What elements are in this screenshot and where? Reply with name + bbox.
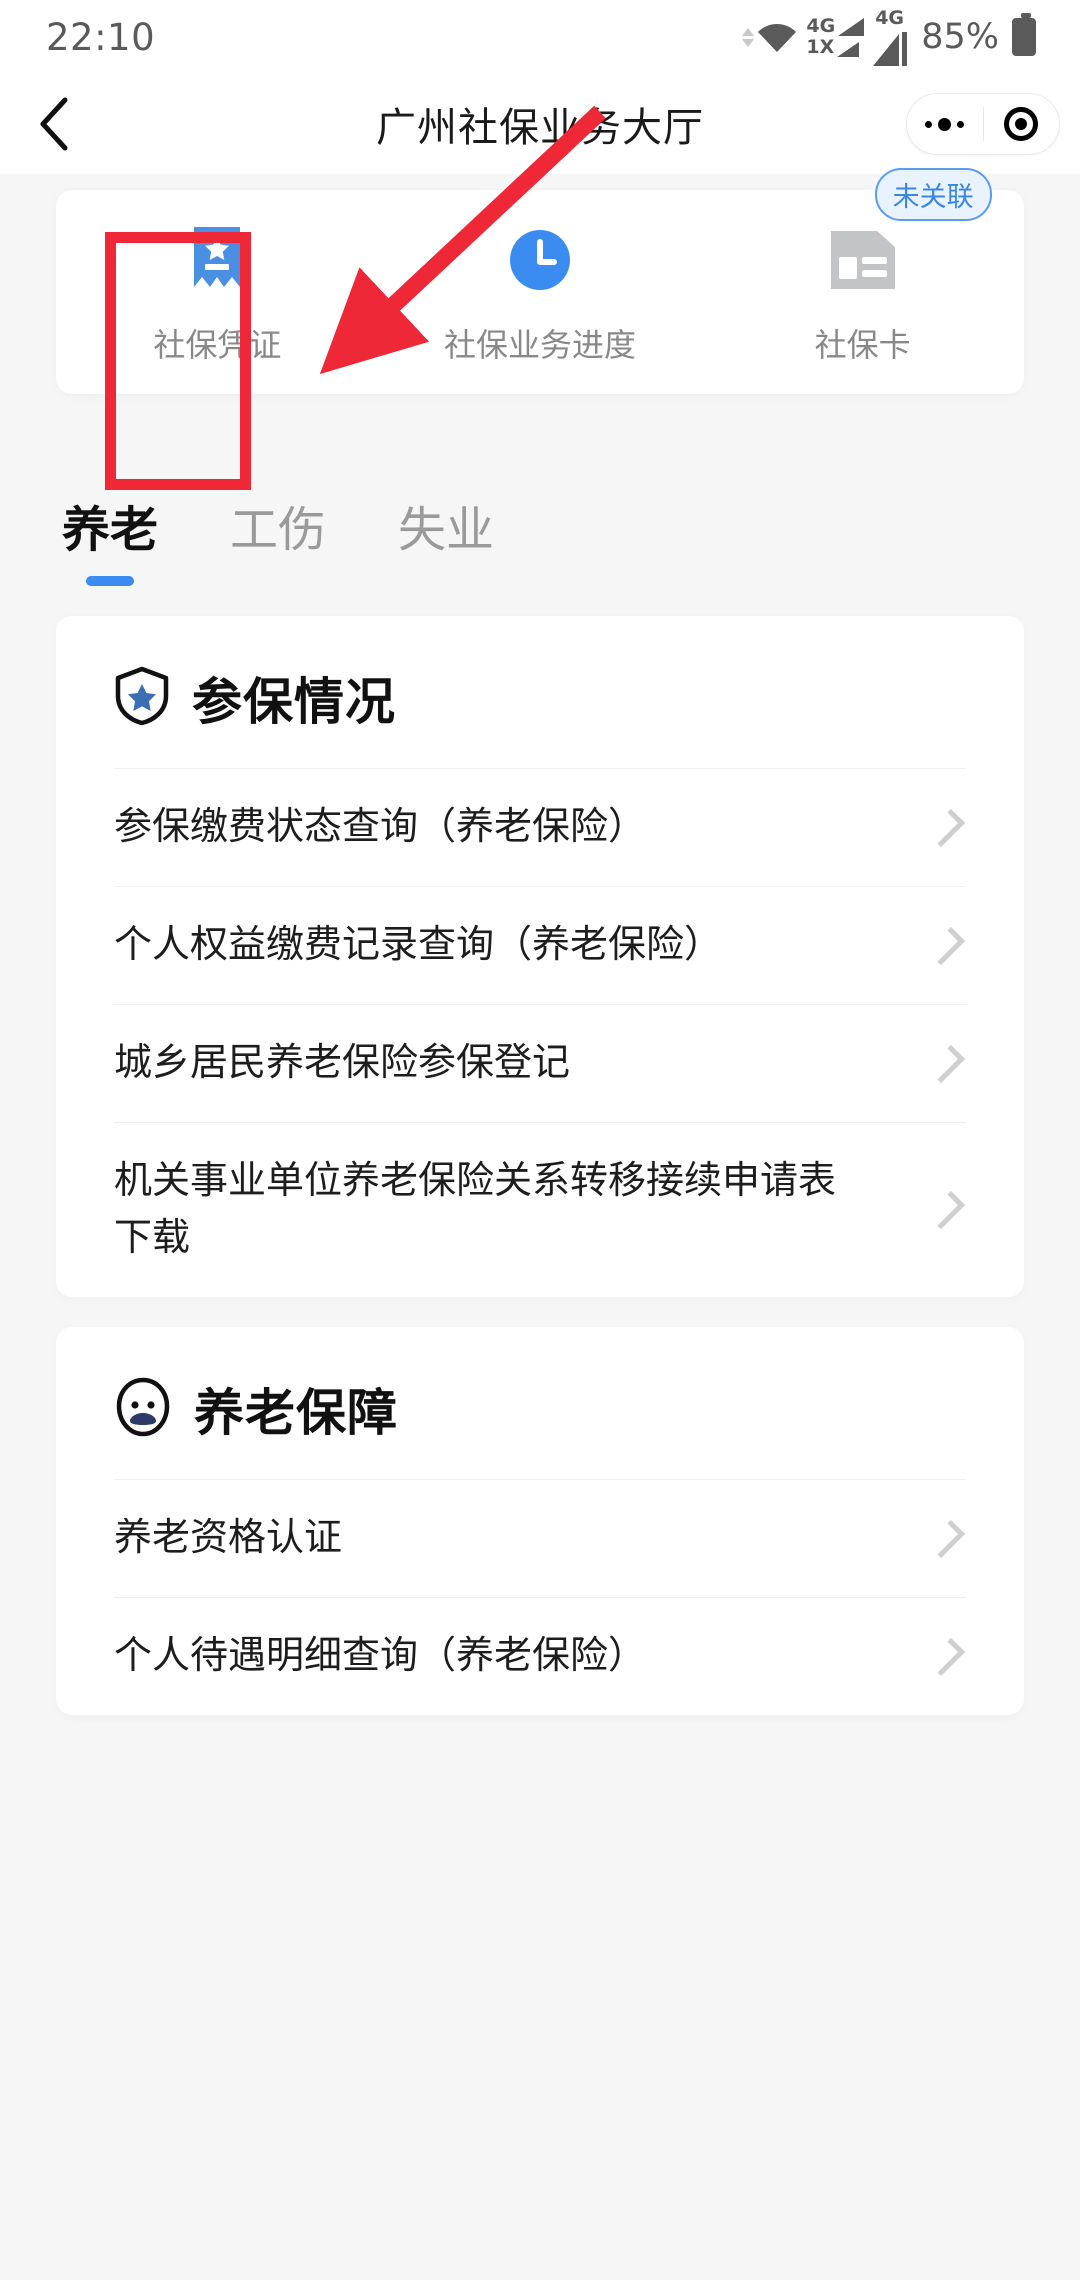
chevron-right-icon bbox=[926, 926, 966, 965]
quick-action-label: 社保凭证 bbox=[153, 327, 282, 363]
wifi-glyph-icon bbox=[758, 24, 797, 52]
traffic-down-icon bbox=[742, 38, 755, 47]
quick-action-progress[interactable]: 社保业务进度 bbox=[379, 226, 702, 366]
signal-bars-tall-icon bbox=[873, 31, 908, 66]
certificate-ribbon-icon bbox=[188, 226, 246, 294]
chevron-right-icon bbox=[926, 1637, 966, 1676]
card-icon bbox=[829, 226, 897, 294]
list-item[interactable]: 个人待遇明细查询（养老保险） bbox=[114, 1597, 966, 1715]
quick-actions-card: 社保凭证 社保业务进度 未关联 社保卡 bbox=[56, 168, 1024, 394]
miniprogram-capsule bbox=[906, 93, 1060, 155]
wifi-icon bbox=[742, 20, 797, 54]
signal-row-1x: 1X bbox=[806, 38, 864, 57]
status-bar: 22:10 4G 1X 4G 85% bbox=[0, 0, 1080, 74]
signal-group-2-icon: 4G bbox=[873, 6, 908, 66]
status-time: 22:10 bbox=[46, 15, 156, 59]
back-chevron-icon bbox=[40, 97, 68, 151]
signal-label-1x: 1X bbox=[806, 36, 835, 58]
list-item[interactable]: 机关事业单位养老保险关系转移接续申请表下载 bbox=[114, 1122, 966, 1297]
list-item[interactable]: 个人权益缴费记录查询（养老保险） bbox=[114, 886, 966, 1004]
signal-group-1-icon: 4G 1X bbox=[806, 15, 865, 57]
chevron-right-icon bbox=[926, 1190, 966, 1230]
section-header: 养老保障 bbox=[114, 1327, 966, 1479]
signal-bars-small-icon bbox=[837, 42, 860, 57]
clock-icon bbox=[509, 226, 571, 294]
back-button[interactable] bbox=[22, 92, 86, 156]
list-item-label: 个人待遇明细查询（养老保险） bbox=[114, 1635, 647, 1677]
more-dots-icon bbox=[925, 117, 965, 131]
tab-unemployment[interactable]: 失业 bbox=[398, 490, 494, 586]
tab-label: 工伤 bbox=[230, 504, 327, 557]
signal-label-4g-2: 4G bbox=[875, 6, 905, 29]
section-card-insurance-status: 参保情况 参保缴费状态查询（养老保险） 个人权益缴费记录查询（养老保险） 城乡居… bbox=[56, 616, 1024, 1297]
list-item[interactable]: 参保缴费状态查询（养老保险） bbox=[114, 768, 966, 886]
elder-face-icon bbox=[114, 1377, 172, 1442]
app-screen: 22:10 4G 1X 4G 85% 广州社保业务大厅 社保凭证 社保业务进度 … bbox=[0, 0, 1080, 2280]
list-item-label: 城乡居民养老保险参保登记 bbox=[114, 1042, 571, 1084]
signal-bars-icon bbox=[838, 18, 865, 36]
list-item-label: 机关事业单位养老保险关系转移接续申请表下载 bbox=[114, 1160, 837, 1259]
section-title: 参保情况 bbox=[192, 674, 396, 730]
battery-icon bbox=[1012, 13, 1036, 56]
quick-action-label: 社保卡 bbox=[814, 327, 911, 363]
tab-work-injury[interactable]: 工伤 bbox=[230, 490, 326, 586]
wifi-traffic-arrows-icon bbox=[742, 27, 755, 47]
quick-action-certificate[interactable]: 社保凭证 bbox=[56, 226, 379, 366]
quick-action-card[interactable]: 未关联 社保卡 bbox=[701, 168, 1024, 366]
target-circle-icon bbox=[1004, 107, 1039, 141]
section-title: 养老保障 bbox=[194, 1385, 398, 1441]
nav-bar: 广州社保业务大厅 bbox=[0, 74, 1080, 174]
chevron-right-icon bbox=[926, 1519, 966, 1558]
section-card-pension-benefits: 养老保障 养老资格认证 个人待遇明细查询（养老保险） bbox=[56, 1327, 1024, 1715]
shield-star-icon bbox=[114, 666, 170, 731]
signal-row-4g: 4G bbox=[806, 15, 865, 37]
status-indicators: 4G 1X 4G 85% bbox=[742, 6, 1036, 66]
list-item[interactable]: 养老资格认证 bbox=[114, 1479, 966, 1597]
list-item-label: 养老资格认证 bbox=[114, 1517, 343, 1559]
list-item[interactable]: 城乡居民养老保险参保登记 bbox=[114, 1004, 966, 1122]
tab-label: 失业 bbox=[398, 504, 495, 557]
tab-pension[interactable]: 养老 bbox=[62, 490, 158, 586]
watermark bbox=[1065, 2235, 1072, 2266]
quick-actions-section: 社保凭证 社保业务进度 未关联 社保卡 bbox=[0, 168, 1080, 394]
chevron-right-icon bbox=[926, 1044, 966, 1083]
tab-label: 养老 bbox=[62, 504, 159, 557]
section-header: 参保情况 bbox=[114, 616, 966, 768]
list-item-label: 个人权益缴费记录查询（养老保险） bbox=[114, 924, 723, 966]
status-badge: 未关联 bbox=[874, 168, 992, 221]
more-menu-button[interactable] bbox=[907, 94, 983, 154]
close-miniprogram-button[interactable] bbox=[984, 94, 1060, 154]
category-tabs: 养老 工伤 失业 bbox=[0, 394, 1080, 586]
chevron-right-icon bbox=[926, 808, 966, 847]
traffic-up-icon bbox=[742, 27, 755, 36]
battery-percent: 85% bbox=[921, 17, 999, 57]
list-item-label: 参保缴费状态查询（养老保险） bbox=[114, 806, 647, 848]
signal-label-4g: 4G bbox=[806, 15, 836, 37]
quick-action-label: 社保业务进度 bbox=[444, 327, 637, 363]
tab-active-indicator bbox=[86, 576, 134, 586]
